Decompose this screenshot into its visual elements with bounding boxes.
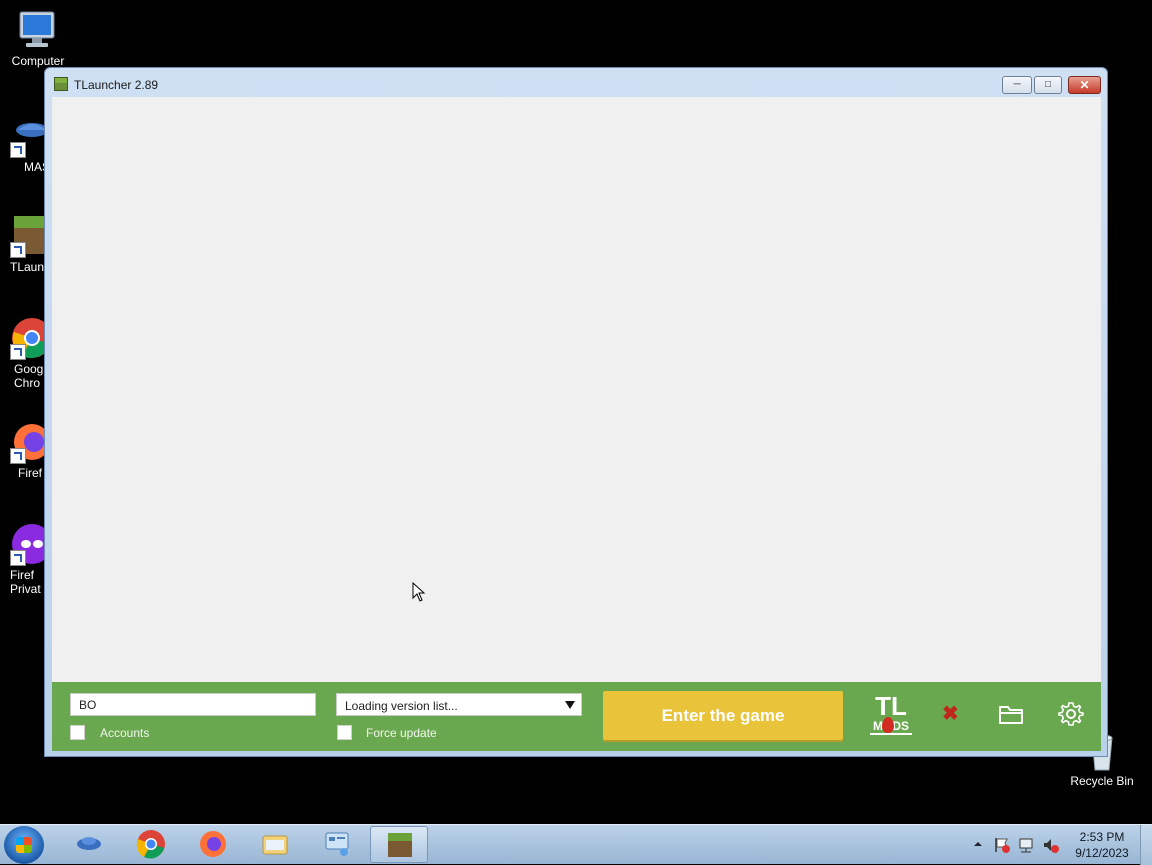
mouse-cursor-icon <box>412 581 426 602</box>
control-panel-icon <box>325 832 349 856</box>
shortcut-arrow-icon <box>10 550 26 566</box>
desktop-icon-label: Goog Chro <box>14 362 44 390</box>
launcher-bottom-bar: Loading version list... Accounts Force u… <box>52 682 1101 751</box>
taskbar-clock[interactable]: 2:53 PM 9/12/2023 <box>1068 829 1136 861</box>
desktop-icon-computer[interactable]: Computer <box>0 8 76 68</box>
taskbar-app-firefox[interactable] <box>184 826 242 863</box>
force-update-label: Force update <box>366 726 437 740</box>
taskbar-app-tlauncher[interactable] <box>370 826 428 863</box>
shortcut-arrow-icon <box>10 242 26 258</box>
tlauncher-grass-block-icon <box>388 833 412 857</box>
chrome-icon <box>136 830 165 859</box>
clock-date: 9/12/2023 <box>1075 846 1129 860</box>
force-update-checkbox[interactable] <box>337 725 352 740</box>
taskbar: 2:53 PM 9/12/2023 <box>0 824 1152 865</box>
enter-the-game-button[interactable]: Enter the game <box>603 691 843 740</box>
tlauncher-title-icon <box>54 77 68 91</box>
shortcut-arrow-icon <box>10 448 26 464</box>
version-select[interactable]: Loading version list... <box>336 693 582 716</box>
window-title: TLauncher 2.89 <box>74 78 159 92</box>
accounts-checkbox[interactable] <box>70 725 85 740</box>
taskbar-app-control-panel[interactable] <box>308 826 366 863</box>
minimize-button[interactable]: ─ <box>1002 76 1032 94</box>
desktop-icon-label: Computer <box>11 54 65 68</box>
desktop: Computer MAS TLaun Goog Chro Firef Firef… <box>0 0 1152 824</box>
gear-icon <box>1058 702 1084 726</box>
computer-icon <box>16 8 60 52</box>
taskbar-app-mas[interactable] <box>60 826 118 863</box>
volume-muted-icon[interactable] <box>1042 836 1060 854</box>
folder-icon <box>262 835 288 855</box>
show-hidden-icons-icon[interactable] <box>973 839 983 849</box>
mas-app-icon <box>77 837 101 850</box>
start-button[interactable] <box>4 826 44 864</box>
shortcut-arrow-icon <box>10 344 26 360</box>
tlauncher-window: TLauncher 2.89 ─ □ ✕ Loading version lis… <box>44 67 1108 757</box>
close-button[interactable]: ✕ <box>1068 76 1101 94</box>
tl-mods-button[interactable]: TL MODS <box>870 693 912 739</box>
settings-button[interactable] <box>1057 700 1085 728</box>
dropdown-arrow-icon <box>565 701 575 709</box>
tools-cross-icon[interactable]: ✖ <box>942 704 959 724</box>
action-center-flag-icon[interactable] <box>993 836 1011 854</box>
show-desktop-button[interactable] <box>1140 825 1152 865</box>
window-titlebar[interactable]: TLauncher 2.89 ─ □ ✕ <box>45 68 1107 96</box>
network-icon[interactable] <box>1017 836 1035 854</box>
username-input[interactable] <box>70 693 316 716</box>
maximize-button[interactable]: □ <box>1034 76 1062 94</box>
tl-mods-badge-icon <box>882 717 894 733</box>
taskbar-app-explorer[interactable] <box>246 826 304 863</box>
firefox-icon <box>200 831 226 857</box>
folder-icon <box>999 706 1023 724</box>
clock-time: 2:53 PM <box>1079 830 1125 844</box>
version-select-value: Loading version list... <box>345 699 458 713</box>
launcher-content-area: Loading version list... Accounts Force u… <box>52 97 1101 751</box>
open-folder-button[interactable] <box>997 700 1025 728</box>
accounts-label: Accounts <box>100 726 150 740</box>
desktop-icon-label: Recycle Bin <box>1070 774 1134 788</box>
taskbar-app-chrome[interactable] <box>122 826 180 863</box>
shortcut-arrow-icon <box>10 142 26 158</box>
tl-mods-logo-top: TL <box>875 691 907 721</box>
